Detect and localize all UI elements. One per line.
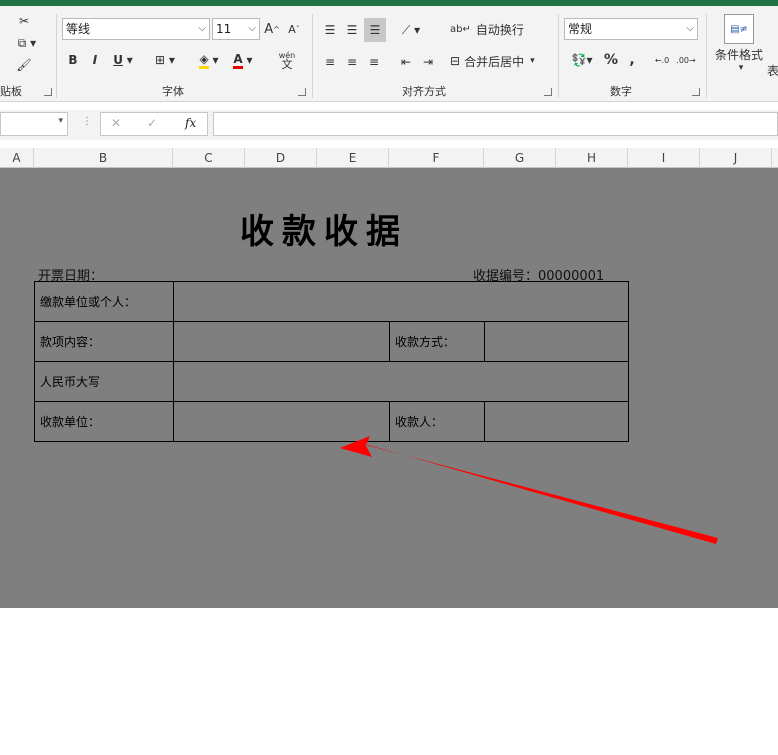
red-arrow-annotation xyxy=(340,436,718,544)
phonetic-bottom: 文 xyxy=(281,58,293,71)
column-header-h[interactable]: H xyxy=(556,148,628,168)
grow-font-label: A xyxy=(264,21,274,37)
merge-center-button[interactable]: ⊟ 合并后居中 ▾ xyxy=(450,50,550,72)
number-format-select[interactable]: 常规 ⌵ xyxy=(564,18,698,40)
chevron-down-icon: ▾ xyxy=(530,56,535,66)
font-color-button[interactable]: A ▾ xyxy=(228,50,258,70)
format-painter-icon[interactable]: 🖌 xyxy=(14,56,34,74)
increase-decimal-icon[interactable]: ←.0 xyxy=(652,50,672,70)
underline-button[interactable]: U ▾ xyxy=(108,50,138,70)
column-header-i[interactable]: I xyxy=(628,148,700,168)
baidu-watermark: Bai 经验 xyxy=(626,692,734,722)
chevron-down-icon: ⌵ xyxy=(248,23,256,34)
column-header-c[interactable]: C xyxy=(173,148,245,168)
font-launcher-icon[interactable] xyxy=(298,88,306,96)
chevron-down-icon: ⌵ xyxy=(686,23,694,34)
borders-button[interactable]: ⊞ ▾ xyxy=(150,50,180,70)
table-format-cut-label[interactable]: 表 xyxy=(766,62,778,78)
grow-font-button[interactable]: A ^ xyxy=(264,20,280,38)
align-top-icon[interactable]: ☰ xyxy=(320,20,340,40)
font-group-label: 字体 xyxy=(162,85,184,98)
more-options-icon: ⋮ xyxy=(82,116,92,127)
align-middle-icon[interactable]: ☰ xyxy=(342,20,362,40)
arrow-shape xyxy=(340,436,718,544)
insert-function-icon[interactable]: fx xyxy=(185,116,196,130)
divider xyxy=(706,14,707,98)
column-header-e[interactable]: E xyxy=(317,148,389,168)
conditional-format-button[interactable]: 条件格式 xyxy=(712,46,766,62)
align-bottom-icon[interactable]: ☰ xyxy=(364,18,386,42)
divider xyxy=(558,14,559,98)
percent-button[interactable]: % xyxy=(602,50,620,70)
decrease-decimal-icon[interactable]: .00→ xyxy=(676,50,696,70)
worksheet-area[interactable]: 收款收据 开票日期： 收据编号：00000001 缴款单位或个人： 款项内容： … xyxy=(0,168,778,755)
chevron-down-icon: ⌵ xyxy=(198,23,206,34)
divider xyxy=(56,14,57,98)
comma-button[interactable]: , xyxy=(624,50,640,70)
accounting-format-icon[interactable]: 💱▾ xyxy=(566,50,598,70)
formula-input[interactable] xyxy=(213,112,778,136)
wrap-text-icon: ab↵ xyxy=(450,23,471,35)
align-left-icon[interactable]: ≡ xyxy=(320,52,340,72)
font-size-select[interactable]: 11 ⌵ xyxy=(212,18,260,40)
wrap-text-button[interactable]: ab↵ 自动换行 xyxy=(450,18,524,40)
alignment-launcher-icon[interactable] xyxy=(544,88,552,96)
column-header-f[interactable]: F xyxy=(389,148,484,168)
underline-label: U xyxy=(113,53,123,67)
baidu-watermark-url: jingyan.baidu.com xyxy=(614,740,734,755)
number-group-label: 数字 xyxy=(610,85,632,98)
font-name-value: 等线 xyxy=(66,22,91,36)
italic-button[interactable]: I xyxy=(86,50,104,70)
align-right-icon[interactable]: ≡ xyxy=(364,52,384,72)
column-header-g[interactable]: G xyxy=(484,148,556,168)
ribbon: ✂ ⧉ ▾ 🖌 贴板 等线 ⌵ 11 ⌵ A ^ Aˇ B I U ▾ ⊞ ▾ ◈… xyxy=(0,6,778,102)
decrease-indent-icon[interactable]: ⇤ xyxy=(396,52,416,72)
fill-color-button[interactable]: ◈ ▾ xyxy=(194,50,224,70)
alignment-group-label: 对齐方式 xyxy=(402,85,446,98)
name-box[interactable]: ▾ xyxy=(0,112,68,136)
increase-indent-icon[interactable]: ⇥ xyxy=(418,52,438,72)
number-format-value: 常规 xyxy=(568,22,593,36)
enter-icon[interactable]: ✓ xyxy=(147,116,157,130)
paint-bucket-icon: ◈ xyxy=(199,52,209,69)
conditional-format-icon[interactable]: ▤≠ xyxy=(724,14,754,44)
column-header-b[interactable]: B xyxy=(34,148,173,168)
clipboard-group-label: 贴板 xyxy=(0,85,22,98)
column-header-a[interactable]: A xyxy=(0,148,34,168)
copy-icon[interactable]: ⧉ ▾ xyxy=(12,34,42,52)
cut-icon[interactable]: ✂ xyxy=(14,12,34,30)
cancel-icon[interactable]: ✕ xyxy=(111,116,121,130)
formula-buttons: ✕ ✓ fx xyxy=(100,112,208,136)
column-header-d[interactable]: D xyxy=(245,148,317,168)
font-color-icon: A xyxy=(233,52,243,69)
clipboard-launcher-icon[interactable] xyxy=(44,88,52,96)
chevron-down-icon: ▾ xyxy=(58,116,63,126)
align-center-icon[interactable]: ≡ xyxy=(342,52,362,72)
phonetic-button[interactable]: wén 文 xyxy=(270,46,304,74)
orientation-icon[interactable]: ⟋ ▾ xyxy=(396,20,426,40)
chevron-down-icon: ▾ xyxy=(738,63,744,73)
font-name-select[interactable]: 等线 ⌵ xyxy=(62,18,210,40)
column-header-j[interactable]: J xyxy=(700,148,772,168)
merge-center-label: 合并后居中 xyxy=(464,54,525,69)
merge-icon: ⊟ xyxy=(450,54,461,68)
shrink-font-label: A xyxy=(288,22,296,36)
column-headers: A B C D E F G H I J xyxy=(0,148,778,168)
font-size-value: 11 xyxy=(216,22,232,36)
shrink-font-button[interactable]: Aˇ xyxy=(286,20,302,38)
bold-button[interactable]: B xyxy=(64,50,82,70)
wrap-text-label: 自动换行 xyxy=(475,22,524,37)
number-launcher-icon[interactable] xyxy=(692,88,700,96)
formula-bar: ▾ ⋮ ✕ ✓ fx xyxy=(0,110,778,140)
divider xyxy=(312,14,313,98)
